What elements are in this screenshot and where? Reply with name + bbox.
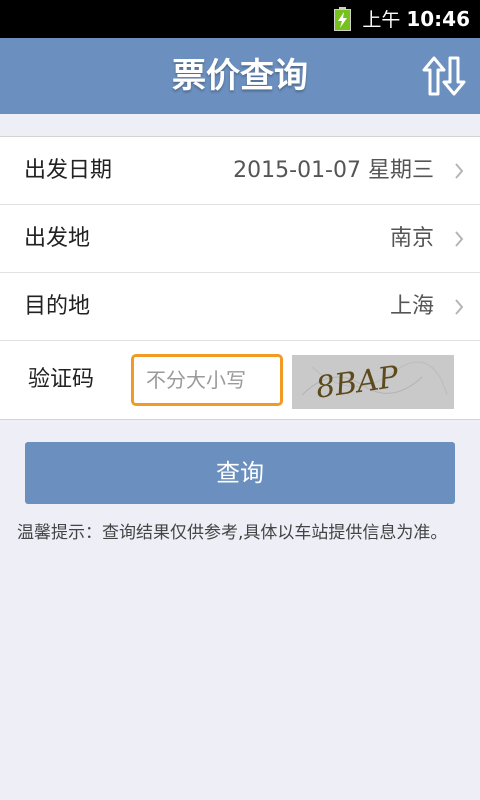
status-bar: 上午 10:46: [0, 0, 480, 38]
page-title: 票价查询: [172, 56, 308, 96]
departure-city-row[interactable]: 出发地 南京: [0, 205, 480, 273]
captcha-image[interactable]: 8BAP: [292, 355, 454, 409]
tip-text: 温馨提示：查询结果仅供参考,具体以车站提供信息为准。: [17, 523, 448, 543]
captcha-row: 验证码 8BAP: [0, 341, 480, 419]
captcha-label: 验证码: [28, 367, 95, 392]
query-form: 出发日期 2015-01-07 星期三 出发地 南京 目的地 上海 验证码 8B…: [0, 136, 480, 420]
query-button[interactable]: 查询: [25, 442, 455, 504]
departure-date-value: 2015-01-07 星期三: [233, 158, 434, 183]
departure-date-row[interactable]: 出发日期 2015-01-07 星期三: [0, 137, 480, 205]
chevron-right-icon: [455, 231, 464, 247]
departure-date-label: 出发日期: [24, 158, 113, 183]
status-ampm: 上午: [362, 9, 401, 31]
destination-city-value: 上海: [389, 294, 434, 319]
chevron-right-icon: [455, 299, 464, 315]
chevron-right-icon: [455, 163, 464, 179]
destination-city-label: 目的地: [24, 294, 91, 319]
status-time: 10:46: [406, 7, 470, 31]
swap-arrows-icon[interactable]: [422, 56, 466, 96]
departure-city-label: 出发地: [24, 226, 91, 251]
captcha-input[interactable]: [131, 354, 283, 406]
departure-city-value: 南京: [389, 226, 434, 251]
title-bar: 票价查询: [0, 38, 480, 114]
destination-city-row[interactable]: 目的地 上海: [0, 273, 480, 341]
battery-charging-icon: [334, 7, 351, 31]
status-clock: 上午 10:46: [362, 6, 470, 33]
